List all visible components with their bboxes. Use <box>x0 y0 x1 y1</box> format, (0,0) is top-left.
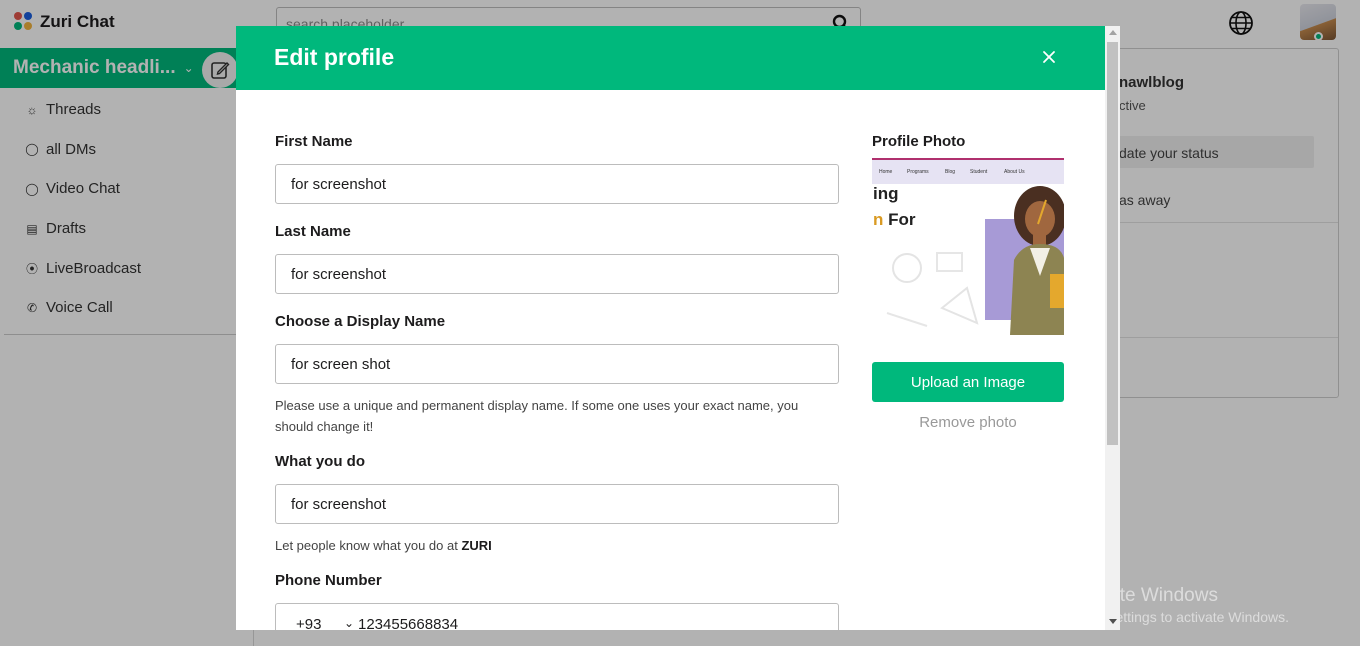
person-image <box>1010 186 1064 335</box>
edit-profile-modal: Edit profile First Name Last Name Choose… <box>236 26 1105 630</box>
scroll-up-arrow-icon[interactable] <box>1109 30 1117 35</box>
photo-headline-1: ing <box>873 184 899 203</box>
modal-scrollbar[interactable] <box>1105 26 1120 630</box>
display-name-field[interactable] <box>275 344 839 384</box>
photo-nav-item: Programs <box>907 169 929 175</box>
photo-nav-item: About Us <box>1004 169 1025 175</box>
modal-header: Edit profile <box>236 26 1105 90</box>
org-name: ZURI <box>461 538 492 553</box>
photo-headline-2a: n <box>873 210 884 229</box>
upload-image-button[interactable]: Upload an Image <box>872 362 1064 402</box>
last-name-field[interactable] <box>275 254 839 294</box>
photo-nav-item: Blog <box>945 169 956 175</box>
phone-field[interactable]: +93 ⌄ 123455668834 <box>275 603 839 630</box>
what-you-do-field[interactable] <box>275 484 839 524</box>
photo-headline-2b: For <box>888 210 916 229</box>
phone-number-input[interactable]: 123455668834 <box>358 616 458 630</box>
photo-headline-2: n For <box>873 210 916 230</box>
what-you-do-help: Let people know what you do at ZURI <box>275 535 839 556</box>
photo-nav-item: Student <box>970 169 988 175</box>
photo-nav-item: Home <box>879 169 893 175</box>
phone-label: Phone Number <box>275 572 382 589</box>
first-name-label: First Name <box>275 133 353 150</box>
profile-photo-label: Profile Photo <box>872 133 966 150</box>
first-name-field[interactable] <box>275 164 839 204</box>
remove-photo-link[interactable]: Remove photo <box>872 414 1064 431</box>
what-you-do-label: What you do <box>275 453 365 470</box>
display-name-help: Please use a unique and permanent displa… <box>275 398 799 434</box>
profile-photo: Home Programs Blog Student About Us ing … <box>872 158 1064 335</box>
help-text: Let people know what you do at <box>275 538 462 553</box>
modal-title: Edit profile <box>274 44 395 70</box>
chevron-down-icon[interactable]: ⌄ <box>344 616 354 630</box>
last-name-label: Last Name <box>275 223 351 240</box>
display-name-label: Choose a Display Name <box>275 313 446 330</box>
country-code-select[interactable]: +93 <box>296 616 321 630</box>
close-icon[interactable] <box>1039 47 1059 67</box>
doodle-icon <box>886 252 979 327</box>
scroll-down-arrow-icon[interactable] <box>1109 619 1117 624</box>
scroll-thumb[interactable] <box>1107 42 1118 445</box>
photo-website-nav: Home Programs Blog Student About Us <box>872 158 1064 184</box>
